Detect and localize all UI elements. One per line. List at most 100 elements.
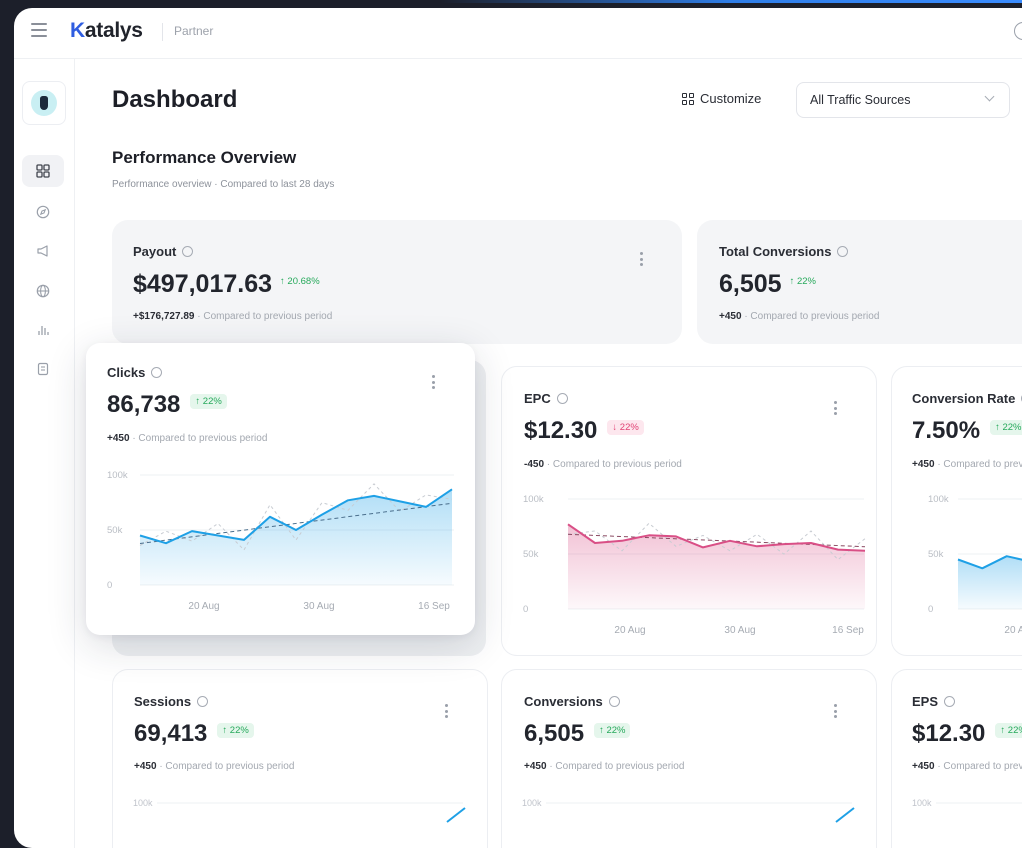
payout-change-badge: ↑ 20.68% (280, 275, 320, 287)
conversions-chart: 100k (522, 798, 855, 823)
sessions-label: Sessions (134, 694, 209, 709)
sessions-card: Sessions 69,413 ↑ 22% +450 · Compared to … (112, 669, 488, 848)
chevron-down-icon (984, 91, 995, 102)
globe-icon[interactable] (22, 275, 64, 307)
payout-label: Payout (133, 244, 194, 259)
help-icon[interactable] (837, 246, 849, 258)
conversions-label: Conversions (524, 694, 620, 709)
conversion-rate-label: Conversion Rate (912, 391, 1022, 406)
epc-change-badge: ↓ 22% (607, 420, 644, 436)
conversion-rate-card: Conversion Rate 7.50% ↑ 22% +450 · Compar… (891, 366, 1022, 656)
series-area (140, 489, 452, 585)
eps-label: EPS (912, 694, 956, 709)
y-tick-label: 100k (928, 494, 949, 505)
dashboard-icon[interactable] (22, 155, 64, 187)
sessions-change-badge: ↑ 22% (217, 723, 254, 739)
page-title: Dashboard (112, 86, 238, 113)
total-conversions-compare: +450 · Compared to previous period (719, 311, 880, 322)
y-tick-label: 50k (523, 549, 539, 560)
top-bar: Katalys Partner (14, 8, 1022, 59)
y-tick-label: 100k (523, 494, 544, 505)
bar-chart-icon[interactable] (22, 314, 64, 346)
more-icon[interactable] (834, 401, 837, 418)
top-glow (440, 0, 1022, 3)
logo-divider (162, 23, 163, 41)
sessions-value: 69,413 ↑ 22% (134, 720, 254, 748)
y-tick-label: 0 (928, 604, 933, 615)
x-tick-label: 30 Aug (303, 601, 334, 612)
epc-chart: 100k 50k 0 20 Aug 30 Aug 16 Sep (523, 494, 866, 636)
megaphone-icon[interactable] (22, 235, 64, 267)
document-icon[interactable] (22, 353, 64, 385)
compass-icon[interactable] (22, 196, 64, 228)
more-icon[interactable] (432, 375, 435, 392)
clicks-change-badge: ↑ 22% (190, 394, 227, 410)
clicks-label: Clicks (107, 365, 163, 380)
x-tick-label: 20 Aug (1004, 625, 1022, 636)
epc-card: EPC $12.30 ↓ 22% -450 · Compared to previ… (501, 366, 877, 656)
traffic-source-value: All Traffic Sources (810, 93, 911, 107)
total-conversions-change-badge: ↑ 22% (789, 275, 816, 287)
epc-label: EPC (524, 391, 568, 406)
total-conversions-value: 6,505 ↑ 22% (719, 270, 816, 298)
series-area (568, 524, 865, 609)
x-tick-label: 20 Aug (188, 601, 219, 612)
conversion-rate-compare: +450 · Compared to previous period (912, 459, 1022, 470)
customize-button[interactable]: Customize (682, 91, 761, 106)
eps-chart: 100k (912, 798, 1022, 808)
traffic-source-select[interactable]: All Traffic Sources (796, 82, 1010, 118)
conversion-rate-chart: 100k 50k 0 20 Aug (928, 494, 1022, 636)
y-tick-100k: 100k (133, 798, 153, 808)
payout-value: $497,017.63 ↑ 20.68% (133, 270, 320, 298)
more-icon[interactable] (640, 252, 643, 269)
section-title: Performance Overview (112, 148, 297, 167)
more-icon[interactable] (834, 704, 837, 721)
y-tick-label: 50k (107, 525, 123, 536)
eps-change-badge: ↑ 22% (995, 723, 1022, 739)
help-icon[interactable] (182, 246, 194, 258)
payout-card: Payout $497,017.63 ↑ 20.68% +$176,727.89 … (112, 220, 682, 344)
y-tick-100k: 100k (912, 798, 932, 808)
eps-compare: +450 · Compared to previous period (912, 761, 1022, 772)
y-tick-label: 100k (107, 470, 128, 481)
partner-label: Partner (174, 24, 214, 38)
help-icon[interactable] (944, 696, 956, 708)
customize-label: Customize (700, 91, 762, 106)
conversion-rate-change-badge: ↑ 22% (990, 420, 1022, 436)
clicks-card[interactable]: Clicks 86,738 ↑ 22% +450 · Compared to pr… (86, 343, 475, 635)
sessions-compare: +450 · Compared to previous period (134, 761, 295, 772)
help-icon[interactable] (608, 696, 620, 708)
hamburger-menu-icon[interactable] (31, 23, 47, 37)
epc-compare: -450 · Compared to previous period (524, 459, 682, 470)
conversions-value: 6,505 ↑ 22% (524, 720, 631, 748)
x-tick-label: 16 Sep (418, 601, 450, 612)
x-tick-label: 30 Aug (724, 625, 755, 636)
help-icon[interactable] (197, 696, 209, 708)
sessions-chart: 100k (133, 798, 466, 823)
eps-value: $12.30↑ 22% (912, 720, 1022, 748)
y-tick-label: 0 (107, 580, 112, 591)
more-icon[interactable] (445, 704, 448, 721)
sidebar (14, 59, 75, 848)
clicks-chart: 100k 50k 0 20 Aug 30 Aug 16 Sep (107, 470, 454, 612)
eps-card: EPS $12.30↑ 22% +450 · Compared to previ… (891, 669, 1022, 848)
payout-compare: +$176,727.89 · Compared to previous peri… (133, 311, 333, 322)
clicks-compare: +450 · Compared to previous period (107, 433, 268, 444)
conversion-rate-value: 7.50% ↑ 22% (912, 417, 1022, 445)
y-tick-label: 0 (523, 604, 528, 615)
grid-icon (682, 92, 694, 105)
y-tick-label: 50k (928, 549, 944, 560)
conversions-change-badge: ↑ 22% (594, 723, 631, 739)
conversions-compare: +450 · Compared to previous period (524, 761, 685, 772)
help-icon[interactable] (151, 367, 163, 379)
clicks-value: 86,738 ↑ 22% (107, 391, 227, 419)
avatar[interactable] (22, 81, 66, 125)
total-conversions-label: Total Conversions (719, 244, 849, 259)
help-icon[interactable] (556, 393, 568, 405)
clock-icon[interactable] (1014, 22, 1022, 40)
app-logo[interactable]: Katalys (70, 19, 143, 43)
total-conversions-card: Total Conversions 6,505 ↑ 22% +450 · Comp… (697, 220, 1022, 344)
conversions-card: Conversions 6,505 ↑ 22% +450 · Compared t… (501, 669, 877, 848)
x-tick-label: 16 Sep (832, 625, 864, 636)
section-subtitle: Performance overview · Compared to last … (112, 179, 335, 190)
